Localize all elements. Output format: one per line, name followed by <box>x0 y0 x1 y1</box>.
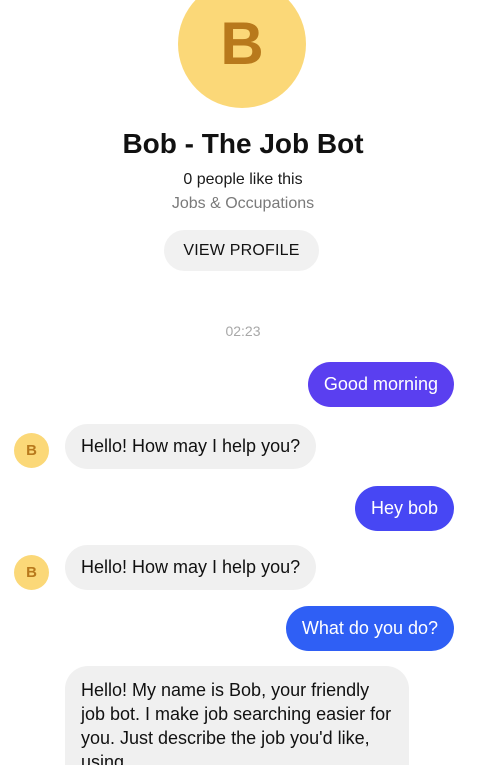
messenger-chat-screen: B Bob - The Job Bot 0 people like this J… <box>0 0 486 765</box>
profile-avatar-letter: B <box>220 10 264 77</box>
outgoing-message[interactable]: Good morning <box>307 362 454 407</box>
outgoing-message[interactable]: What do you do? <box>285 606 454 651</box>
message-timestamp: 02:23 <box>225 323 261 339</box>
bot-avatar[interactable]: B <box>14 555 49 590</box>
bot-avatar-letter: B <box>26 564 37 581</box>
incoming-message[interactable]: Hello! My name is Bob, your friendly job… <box>65 666 409 765</box>
outgoing-message[interactable]: Hey bob <box>354 486 454 531</box>
incoming-message[interactable]: Hello! How may I help you? <box>65 424 317 469</box>
view-profile-button[interactable]: VIEW PROFILE <box>164 230 319 271</box>
incoming-message[interactable]: Hello! How may I help you? <box>65 545 317 590</box>
profile-category: Jobs & Occupations <box>171 195 315 212</box>
bot-avatar-letter: B <box>26 442 37 459</box>
profile-name: Bob - The Job Bot <box>122 128 364 159</box>
profile-likes-count: 0 people like this <box>183 171 303 188</box>
profile-avatar[interactable]: B <box>178 0 306 108</box>
bot-avatar[interactable]: B <box>14 433 49 468</box>
